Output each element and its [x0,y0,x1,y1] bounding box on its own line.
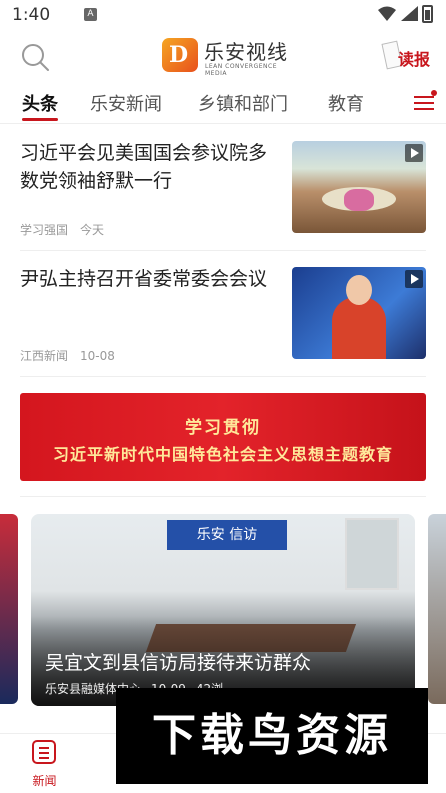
tab-towns-departments[interactable]: 乡镇和部门 [198,90,288,116]
search-icon[interactable] [20,42,50,72]
news-title: 尹弘主持召开省委常委会会议 [20,268,268,290]
app-subtitle: LEAN CONVERGENCE MEDIA [205,63,278,77]
thumbnail-anchor-body [332,297,386,359]
channel-menu-icon[interactable] [414,90,437,112]
tab-lean-news[interactable]: 乐安新闻 [90,90,162,116]
news-thumbnail [292,141,426,233]
logo-mark-icon: D [162,38,198,72]
news-meta: 江西新闻 10-08 [20,347,115,364]
status-time: 1:40 [12,5,51,25]
news-source: 江西新闻 [20,349,69,363]
read-newspaper-button[interactable]: 读报 [381,40,431,74]
carousel-next-slide[interactable] [428,514,446,704]
app-header: D 乐安视线 LEAN CONVERGENCE MEDIA 读报 [0,30,446,82]
news-time: 10-08 [80,349,115,363]
news-meta: 学习强国 今天 [20,221,104,238]
thumbnail-flowers-shape [344,189,374,211]
app-name: 乐安视线 [204,40,288,64]
news-title: 习近平会见美国国会参议院多数党领袖舒默一行 [20,142,268,192]
menu-badge-dot [431,90,437,96]
battery-icon [422,5,433,23]
carousel-slide[interactable]: 乐安 信访 吴宜文到县信访局接待来访群众 乐安县融媒体中心10-0942浏 [31,514,415,706]
wifi-icon [378,6,396,21]
slide-caption: 吴宜文到县信访局接待来访群众 [45,652,312,674]
signal-icon [401,6,418,21]
news-carousel[interactable]: 乐安 信访 吴宜文到县信访局接待来访群众 乐安县融媒体中心10-0942浏 [0,514,446,706]
slide-sign: 乐安 信访 [167,520,287,550]
video-play-icon [405,144,423,162]
tab-headlines[interactable]: 头条 [22,90,58,116]
status-bar: 1:40 A [0,0,446,30]
tab-education[interactable]: 教育 [328,90,364,116]
theme-education-banner[interactable]: 学习贯彻 习近平新时代中国特色社会主义思想主题教育 [20,393,426,481]
nav-news[interactable]: 新闻 [0,734,89,793]
news-item[interactable]: 尹弘主持召开省委常委会会议 江西新闻 10-08 [20,251,426,377]
read-newspaper-label: 读报 [398,50,431,69]
thumbnail-anchor-head [346,275,372,305]
slide-window-shape [345,518,399,590]
channel-tabs: 头条 乐安新闻 乡镇和部门 教育 [0,82,446,124]
active-tab-indicator [22,118,58,121]
video-play-icon [405,270,423,288]
banner-line-2: 习近平新时代中国特色社会主义思想主题教育 [52,445,393,464]
carousel-prev-slide[interactable] [0,514,18,704]
logo-mark-letter: D [169,42,189,68]
watermark-overlay: 下载鸟资源 [116,688,428,784]
divider [20,496,426,497]
news-item[interactable]: 习近平会见美国国会参议院多数党领袖舒默一行 学习强国 今天 [20,125,426,251]
notification-icon: A [84,8,97,21]
nav-news-label: 新闻 [32,774,57,788]
app-logo: D 乐安视线 LEAN CONVERGENCE MEDIA [162,36,290,77]
banner-line-1: 学习贯彻 [185,418,261,438]
news-source: 学习强国 [20,223,69,237]
news-thumbnail [292,267,426,359]
news-icon [32,740,56,764]
news-time: 今天 [80,223,105,237]
